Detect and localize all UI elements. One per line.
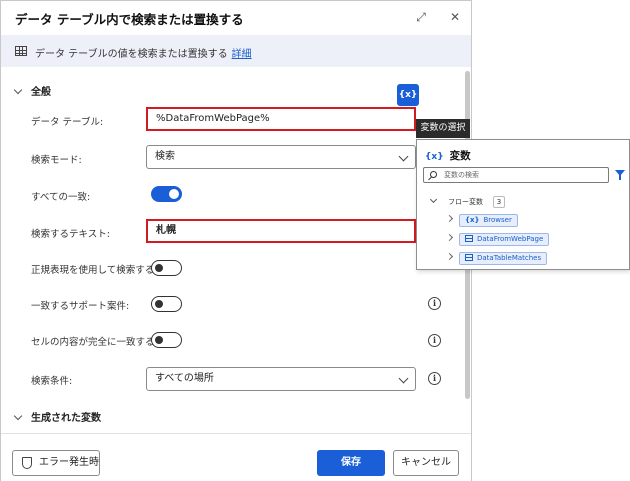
info-description: データ テーブルの値を検索または置換する (35, 49, 228, 60)
table-icon (465, 235, 473, 242)
section-generated-vars-label: 生成された変数 (31, 413, 101, 424)
info-icon[interactable]: i (428, 297, 441, 310)
chevron-right-icon (445, 233, 454, 242)
exact-cell-label: セルの内容が完全に一致する: (31, 337, 158, 348)
variable-search-placeholder: 変数の検索 (444, 171, 479, 179)
variable-pill: {x} Browser (459, 214, 518, 227)
variable-icon: {x} (465, 216, 480, 224)
on-error-label: エラー発生時 (39, 457, 99, 468)
search-mode-select[interactable]: 検索 (146, 145, 416, 169)
table-icon (465, 254, 473, 261)
save-button[interactable]: 保存 (317, 450, 385, 476)
chevron-right-icon (445, 214, 454, 223)
search-by-value: すべての場所 (155, 373, 214, 384)
chevron-down-icon (398, 151, 409, 162)
variable-search-input[interactable]: 変数の検索 (423, 167, 609, 183)
dialog-footer: エラー発生時 保存 キャンセル (1, 433, 471, 481)
info-icon[interactable]: i (428, 334, 441, 347)
variable-item-datafromwebpage[interactable]: DataFromWebPage (445, 233, 550, 246)
expand-icon[interactable]: ⤢ (411, 7, 431, 27)
variable-pill: DataFromWebPage (459, 233, 550, 246)
section-generated-vars[interactable]: 生成された変数 (13, 409, 101, 424)
action-dialog: データ テーブル内で検索または置換する ⤢ ✕ データ テーブルの値を検索または… (0, 0, 472, 481)
variable-name: Browser (483, 216, 512, 224)
search-text-input[interactable]: 札幌 (146, 219, 416, 243)
chevron-down-icon (429, 195, 438, 204)
close-icon[interactable]: ✕ (445, 7, 465, 27)
section-general-label: 全般 (31, 87, 51, 98)
chevron-down-icon (398, 373, 409, 384)
data-table-input[interactable]: %DataFromWebPage% (146, 107, 416, 131)
variable-picker-button[interactable]: {x} (397, 84, 419, 106)
cancel-button[interactable]: キャンセル (393, 450, 459, 476)
variable-pill: DataTableMatches (459, 252, 548, 265)
flow-variables-count: 3 (493, 196, 505, 208)
flow-variables-label: フロー変数 (448, 198, 483, 206)
on-error-button[interactable]: エラー発生時 (12, 450, 100, 476)
variable-name: DataFromWebPage (477, 235, 544, 243)
filter-icon[interactable] (615, 170, 625, 180)
chevron-down-icon (13, 85, 23, 95)
exact-cell-toggle[interactable] (151, 332, 182, 348)
dialog-title: データ テーブル内で検索または置換する (15, 12, 244, 27)
variable-picker-tooltip: 変数の選択 (416, 119, 470, 138)
match-case-label: 一致するサポート案件: (31, 301, 130, 312)
variable-panel-header: {x} 変数 (425, 148, 471, 163)
chevron-down-icon (13, 411, 23, 421)
chevron-right-icon (445, 252, 454, 261)
table-icon (15, 46, 27, 56)
search-mode-value: 検索 (155, 151, 175, 162)
match-case-toggle[interactable] (151, 296, 182, 312)
variable-name: DataTableMatches (477, 254, 542, 262)
variable-item-datatablematches[interactable]: DataTableMatches (445, 252, 548, 265)
search-by-label: 検索条件: (31, 376, 73, 387)
info-bar: データ テーブルの値を検索または置換する 詳細 (1, 35, 471, 67)
search-by-select[interactable]: すべての場所 (146, 367, 416, 391)
regex-label: 正規表現を使用して検索する: (31, 265, 158, 276)
search-mode-label: 検索モード: (31, 155, 82, 166)
section-general[interactable]: 全般 (13, 83, 51, 98)
info-icon[interactable]: i (428, 372, 441, 385)
learn-more-link[interactable]: 詳細 (232, 49, 252, 60)
variable-picker-panel: {x} 変数 変数の検索 フロー変数 3 {x} Browser DataFromWe… (416, 139, 630, 270)
variable-panel-title: 変数 (449, 150, 471, 162)
dialog-titlebar: データ テーブル内で検索または置換する ⤢ ✕ (1, 1, 471, 35)
data-table-label: データ テーブル: (31, 117, 104, 128)
all-matches-toggle[interactable] (151, 186, 182, 202)
shield-icon (22, 457, 32, 469)
search-text-label: 検索するテキスト: (31, 229, 110, 240)
flow-variables-group[interactable]: フロー変数 3 (429, 195, 505, 208)
regex-toggle[interactable] (151, 260, 182, 276)
all-matches-label: すべての一致: (31, 192, 91, 203)
search-icon (430, 171, 437, 178)
variable-icon: {x} (425, 152, 444, 162)
info-text: データ テーブルの値を検索または置換する 詳細 (35, 45, 252, 60)
variable-item-browser[interactable]: {x} Browser (445, 214, 518, 227)
